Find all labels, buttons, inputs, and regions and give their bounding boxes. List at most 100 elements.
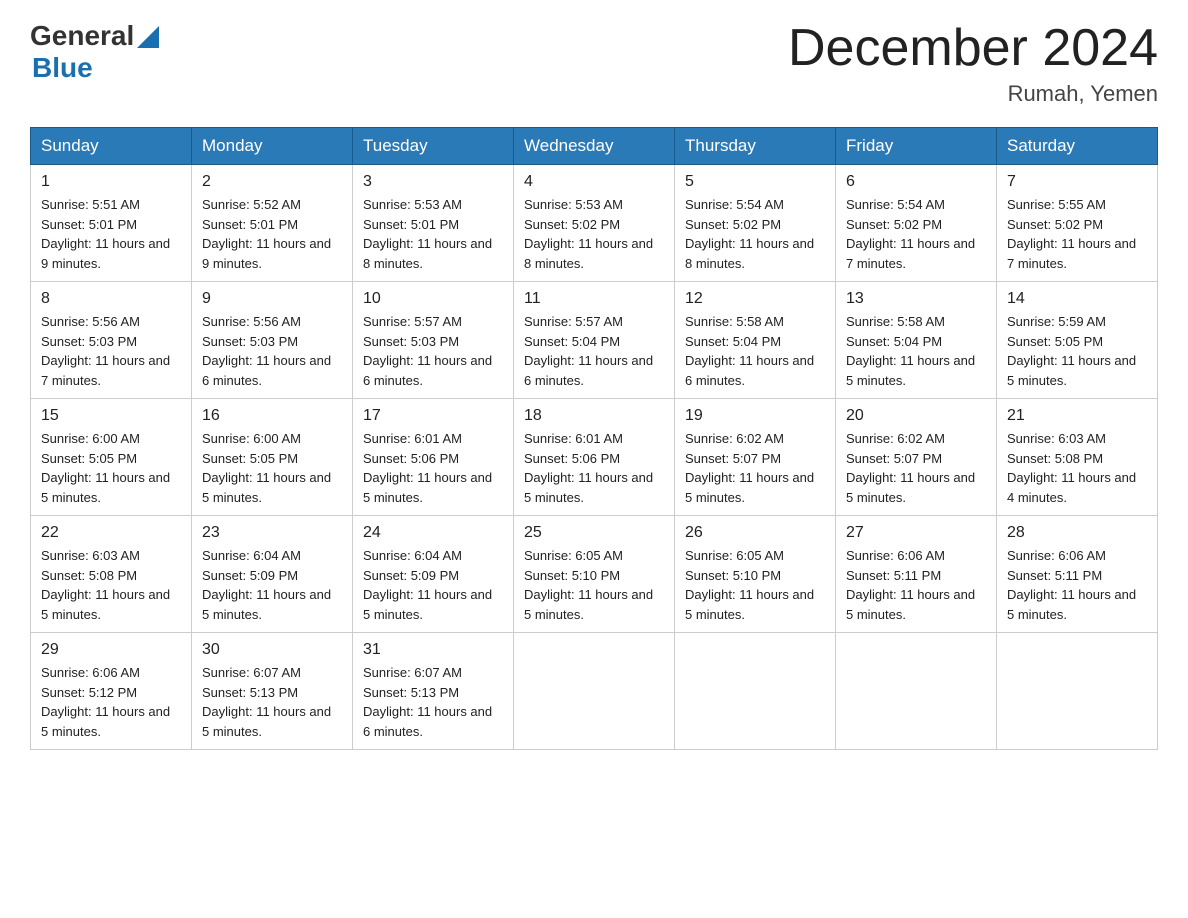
calendar-week-1: 1 Sunrise: 5:51 AM Sunset: 5:01 PM Dayli…: [31, 165, 1158, 282]
logo-icon: [137, 26, 159, 48]
calendar-cell: 13 Sunrise: 5:58 AM Sunset: 5:04 PM Dayl…: [836, 282, 997, 399]
calendar-cell: 15 Sunrise: 6:00 AM Sunset: 5:05 PM Dayl…: [31, 399, 192, 516]
day-info: Sunrise: 6:00 AM Sunset: 5:05 PM Dayligh…: [202, 429, 342, 507]
calendar-cell: 11 Sunrise: 5:57 AM Sunset: 5:04 PM Dayl…: [514, 282, 675, 399]
day-info: Sunrise: 6:06 AM Sunset: 5:12 PM Dayligh…: [41, 663, 181, 741]
calendar-cell: 24 Sunrise: 6:04 AM Sunset: 5:09 PM Dayl…: [353, 516, 514, 633]
day-number: 7: [1007, 173, 1147, 191]
day-number: 27: [846, 524, 986, 542]
calendar-cell: 23 Sunrise: 6:04 AM Sunset: 5:09 PM Dayl…: [192, 516, 353, 633]
day-info: Sunrise: 5:53 AM Sunset: 5:01 PM Dayligh…: [363, 195, 503, 273]
day-number: 31: [363, 641, 503, 659]
day-info: Sunrise: 6:05 AM Sunset: 5:10 PM Dayligh…: [685, 546, 825, 624]
calendar-cell: 12 Sunrise: 5:58 AM Sunset: 5:04 PM Dayl…: [675, 282, 836, 399]
logo-general-text: General: [30, 20, 134, 52]
day-number: 22: [41, 524, 181, 542]
day-number: 29: [41, 641, 181, 659]
day-number: 4: [524, 173, 664, 191]
col-thursday: Thursday: [675, 128, 836, 165]
day-info: Sunrise: 6:05 AM Sunset: 5:10 PM Dayligh…: [524, 546, 664, 624]
calendar-week-5: 29 Sunrise: 6:06 AM Sunset: 5:12 PM Dayl…: [31, 633, 1158, 750]
calendar-table: Sunday Monday Tuesday Wednesday Thursday…: [30, 127, 1158, 750]
calendar-cell: 4 Sunrise: 5:53 AM Sunset: 5:02 PM Dayli…: [514, 165, 675, 282]
day-info: Sunrise: 5:51 AM Sunset: 5:01 PM Dayligh…: [41, 195, 181, 273]
col-sunday: Sunday: [31, 128, 192, 165]
col-monday: Monday: [192, 128, 353, 165]
calendar-cell: 3 Sunrise: 5:53 AM Sunset: 5:01 PM Dayli…: [353, 165, 514, 282]
calendar-cell: 22 Sunrise: 6:03 AM Sunset: 5:08 PM Dayl…: [31, 516, 192, 633]
calendar-cell: 28 Sunrise: 6:06 AM Sunset: 5:11 PM Dayl…: [997, 516, 1158, 633]
day-number: 17: [363, 407, 503, 425]
title-area: December 2024 Rumah, Yemen: [788, 20, 1158, 107]
day-number: 10: [363, 290, 503, 308]
day-info: Sunrise: 6:04 AM Sunset: 5:09 PM Dayligh…: [202, 546, 342, 624]
col-friday: Friday: [836, 128, 997, 165]
day-info: Sunrise: 6:04 AM Sunset: 5:09 PM Dayligh…: [363, 546, 503, 624]
col-saturday: Saturday: [997, 128, 1158, 165]
calendar-cell: 8 Sunrise: 5:56 AM Sunset: 5:03 PM Dayli…: [31, 282, 192, 399]
page-header: General Blue December 2024 Rumah, Yemen: [30, 20, 1158, 107]
calendar-cell: 19 Sunrise: 6:02 AM Sunset: 5:07 PM Dayl…: [675, 399, 836, 516]
day-info: Sunrise: 5:59 AM Sunset: 5:05 PM Dayligh…: [1007, 312, 1147, 390]
day-number: 12: [685, 290, 825, 308]
calendar-cell: [836, 633, 997, 750]
day-number: 3: [363, 173, 503, 191]
day-info: Sunrise: 5:53 AM Sunset: 5:02 PM Dayligh…: [524, 195, 664, 273]
day-number: 11: [524, 290, 664, 308]
calendar-cell: 31 Sunrise: 6:07 AM Sunset: 5:13 PM Dayl…: [353, 633, 514, 750]
day-info: Sunrise: 5:56 AM Sunset: 5:03 PM Dayligh…: [41, 312, 181, 390]
day-info: Sunrise: 5:58 AM Sunset: 5:04 PM Dayligh…: [685, 312, 825, 390]
calendar-cell: 20 Sunrise: 6:02 AM Sunset: 5:07 PM Dayl…: [836, 399, 997, 516]
calendar-cell: 29 Sunrise: 6:06 AM Sunset: 5:12 PM Dayl…: [31, 633, 192, 750]
day-number: 20: [846, 407, 986, 425]
calendar-cell: 5 Sunrise: 5:54 AM Sunset: 5:02 PM Dayli…: [675, 165, 836, 282]
day-number: 25: [524, 524, 664, 542]
day-number: 24: [363, 524, 503, 542]
day-info: Sunrise: 5:55 AM Sunset: 5:02 PM Dayligh…: [1007, 195, 1147, 273]
day-info: Sunrise: 6:01 AM Sunset: 5:06 PM Dayligh…: [524, 429, 664, 507]
calendar-week-2: 8 Sunrise: 5:56 AM Sunset: 5:03 PM Dayli…: [31, 282, 1158, 399]
calendar-header-row: Sunday Monday Tuesday Wednesday Thursday…: [31, 128, 1158, 165]
day-info: Sunrise: 6:00 AM Sunset: 5:05 PM Dayligh…: [41, 429, 181, 507]
day-number: 13: [846, 290, 986, 308]
calendar-cell: 10 Sunrise: 5:57 AM Sunset: 5:03 PM Dayl…: [353, 282, 514, 399]
day-number: 26: [685, 524, 825, 542]
logo-blue-text: Blue: [32, 52, 93, 84]
day-info: Sunrise: 5:57 AM Sunset: 5:03 PM Dayligh…: [363, 312, 503, 390]
day-number: 21: [1007, 407, 1147, 425]
calendar-cell: 1 Sunrise: 5:51 AM Sunset: 5:01 PM Dayli…: [31, 165, 192, 282]
calendar-cell: [514, 633, 675, 750]
calendar-week-4: 22 Sunrise: 6:03 AM Sunset: 5:08 PM Dayl…: [31, 516, 1158, 633]
day-info: Sunrise: 6:02 AM Sunset: 5:07 PM Dayligh…: [685, 429, 825, 507]
day-number: 18: [524, 407, 664, 425]
calendar-cell: 14 Sunrise: 5:59 AM Sunset: 5:05 PM Dayl…: [997, 282, 1158, 399]
calendar-cell: [675, 633, 836, 750]
day-info: Sunrise: 5:56 AM Sunset: 5:03 PM Dayligh…: [202, 312, 342, 390]
calendar-cell: 16 Sunrise: 6:00 AM Sunset: 5:05 PM Dayl…: [192, 399, 353, 516]
calendar-cell: 18 Sunrise: 6:01 AM Sunset: 5:06 PM Dayl…: [514, 399, 675, 516]
day-info: Sunrise: 6:03 AM Sunset: 5:08 PM Dayligh…: [41, 546, 181, 624]
day-info: Sunrise: 5:57 AM Sunset: 5:04 PM Dayligh…: [524, 312, 664, 390]
day-number: 23: [202, 524, 342, 542]
day-info: Sunrise: 6:02 AM Sunset: 5:07 PM Dayligh…: [846, 429, 986, 507]
day-number: 2: [202, 173, 342, 191]
calendar-cell: 17 Sunrise: 6:01 AM Sunset: 5:06 PM Dayl…: [353, 399, 514, 516]
day-number: 6: [846, 173, 986, 191]
day-number: 16: [202, 407, 342, 425]
calendar-cell: 9 Sunrise: 5:56 AM Sunset: 5:03 PM Dayli…: [192, 282, 353, 399]
calendar-week-3: 15 Sunrise: 6:00 AM Sunset: 5:05 PM Dayl…: [31, 399, 1158, 516]
day-info: Sunrise: 6:07 AM Sunset: 5:13 PM Dayligh…: [363, 663, 503, 741]
day-info: Sunrise: 6:01 AM Sunset: 5:06 PM Dayligh…: [363, 429, 503, 507]
calendar-cell: 26 Sunrise: 6:05 AM Sunset: 5:10 PM Dayl…: [675, 516, 836, 633]
day-number: 15: [41, 407, 181, 425]
col-tuesday: Tuesday: [353, 128, 514, 165]
day-info: Sunrise: 6:06 AM Sunset: 5:11 PM Dayligh…: [846, 546, 986, 624]
day-number: 30: [202, 641, 342, 659]
day-number: 1: [41, 173, 181, 191]
day-number: 9: [202, 290, 342, 308]
calendar-cell: 21 Sunrise: 6:03 AM Sunset: 5:08 PM Dayl…: [997, 399, 1158, 516]
calendar-subtitle: Rumah, Yemen: [788, 81, 1158, 107]
day-number: 8: [41, 290, 181, 308]
calendar-cell: 27 Sunrise: 6:06 AM Sunset: 5:11 PM Dayl…: [836, 516, 997, 633]
day-info: Sunrise: 6:03 AM Sunset: 5:08 PM Dayligh…: [1007, 429, 1147, 507]
